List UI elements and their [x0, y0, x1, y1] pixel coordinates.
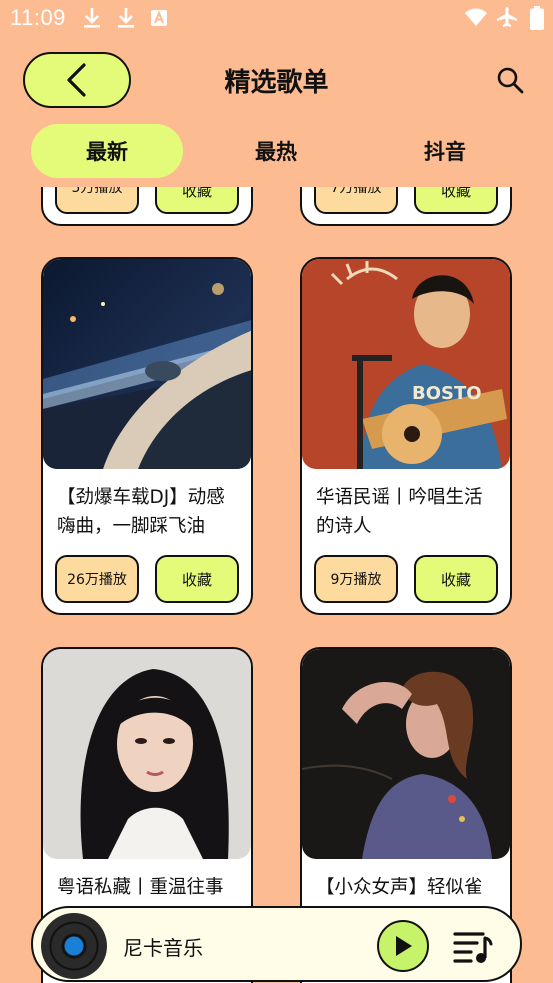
playlist-card[interactable]: 7万播放 收藏 [300, 187, 512, 226]
wifi-icon [465, 8, 487, 26]
app-notification-icon [151, 10, 167, 26]
play-count-button[interactable]: 5万播放 [55, 187, 139, 214]
now-playing-title: 尼卡音乐 [123, 936, 203, 960]
playlist-card[interactable]: BOSTO 华语民谣丨吟唱生活的诗人 9万播放 收藏 [300, 257, 512, 615]
svg-text:BOSTO: BOSTO [412, 383, 482, 404]
playlist-title: 【劲爆车载DJ】动感嗨曲，一脚踩飞油 [57, 487, 225, 537]
download-icon [84, 8, 100, 28]
play-icon [396, 936, 412, 956]
playlist-card[interactable]: 【劲爆车载DJ】动感嗨曲，一脚踩飞油 26万播放 收藏 [41, 257, 253, 615]
play-count-button[interactable]: 7万播放 [314, 187, 398, 214]
mini-player[interactable]: 尼卡音乐 [31, 906, 522, 982]
tab-douyin[interactable]: 抖音 [369, 124, 521, 178]
search-icon[interactable] [496, 66, 524, 94]
vinyl-disc-icon[interactable] [41, 913, 107, 979]
tab-hottest[interactable]: 最热 [200, 124, 352, 178]
playlist-title: 华语民谣丨吟唱生活的诗人 [316, 487, 483, 537]
favorite-button[interactable]: 收藏 [155, 555, 239, 603]
play-button[interactable] [377, 920, 429, 972]
playlist-cover-image[interactable]: BOSTO [302, 259, 510, 469]
download-icon [118, 8, 134, 28]
playlist-cover-image[interactable] [43, 649, 251, 859]
play-count-button[interactable]: 26万播放 [55, 555, 139, 603]
playlist-grid[interactable]: 5万播放 收藏 7万播放 收藏 【劲爆车载DJ】动感嗨曲，一脚踩飞油 26万播放… [0, 187, 553, 983]
tab-newest[interactable]: 最新 [31, 124, 183, 178]
favorite-button[interactable]: 收藏 [155, 187, 239, 214]
playlist-card[interactable]: 5万播放 收藏 [41, 187, 253, 226]
page-title: 精选歌单 [224, 68, 329, 98]
airplane-mode-icon [497, 7, 517, 27]
favorite-button[interactable]: 收藏 [414, 187, 498, 214]
status-bar: 11:09 [0, 0, 553, 38]
battery-icon [530, 6, 544, 30]
favorite-button[interactable]: 收藏 [414, 555, 498, 603]
playlist-cover-image[interactable] [43, 259, 251, 469]
playlist-cover-image[interactable] [302, 649, 510, 859]
playlist-icon[interactable] [453, 926, 493, 966]
status-time: 11:09 [10, 5, 66, 30]
play-count-button[interactable]: 9万播放 [314, 555, 398, 603]
